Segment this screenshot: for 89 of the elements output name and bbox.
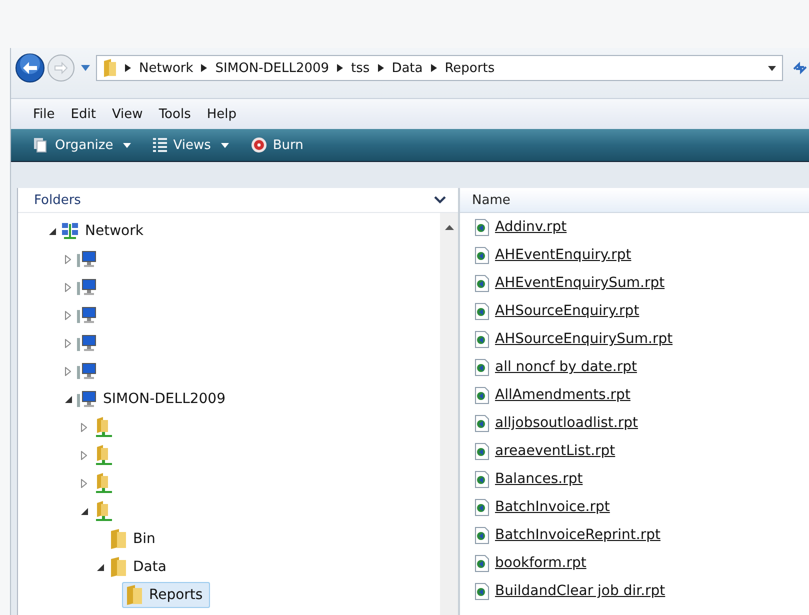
file-name[interactable]: AHEventEnquirySum.rpt [495,275,665,291]
report-file-icon [475,302,489,320]
folder-icon [109,557,127,577]
tree-item[interactable]: Data [106,554,174,580]
report-file-icon [475,218,489,236]
toolbar-button[interactable]: Burn [246,135,308,155]
file-name[interactable]: AHEventEnquiry.rpt [495,247,632,263]
report-file-icon [475,386,489,404]
address-field[interactable]: Network SIMON-DELL2009 tss Data Reports [96,55,783,81]
collapsed-arrow-icon[interactable] [65,282,71,292]
report-file-icon [475,442,489,460]
menu-item[interactable]: Tools [158,106,191,122]
file-name[interactable]: areaeventList.rpt [495,443,616,459]
breadcrumb-arrow-icon[interactable] [337,64,344,72]
folder-icon [109,529,127,549]
file-name[interactable]: BatchInvoiceReprint.rpt [495,527,660,543]
computer-icon [77,362,97,380]
file-name[interactable]: AHSourceEnquirySum.rpt [495,331,673,347]
report-file-icon [475,470,489,488]
breadcrumb-arrow-icon[interactable] [201,64,208,72]
tree-item[interactable]: Reports [122,582,210,608]
report-file-icon [475,554,489,572]
shared-folder-icon [93,473,113,493]
collapsed-arrow-icon[interactable] [65,366,71,376]
report-file-icon [475,498,489,516]
menu-item[interactable]: View [112,106,143,122]
collapsed-arrow-icon[interactable] [65,254,71,264]
report-file-icon [475,358,489,376]
file-name[interactable]: all noncf by date.rpt [495,359,637,375]
collapsed-arrow-icon[interactable] [65,338,71,348]
collapsed-arrow-icon[interactable] [81,422,87,432]
pane-title: Folders [34,192,81,208]
collapsed-arrow-icon[interactable] [65,310,71,320]
breadcrumb[interactable]: Reports [444,60,495,76]
chevron-down-icon[interactable] [434,196,446,204]
computer-icon [77,278,97,296]
menu-item[interactable]: Help [206,106,236,122]
pages-icon [33,137,49,153]
file-name[interactable]: AllAmendments.rpt [495,387,630,403]
report-file-icon [475,274,489,292]
expanded-arrow-icon[interactable] [64,396,72,402]
computer-icon [77,306,97,324]
expanded-arrow-icon[interactable] [80,508,88,514]
file-name[interactable]: alljobsoutloadlist.rpt [495,415,638,431]
file-name[interactable]: bookform.rpt [495,555,586,571]
toolbar-button[interactable]: Organize [29,135,136,155]
file-name[interactable]: Addinv.rpt [495,219,567,235]
shared-folder-icon [93,445,113,465]
network-icon [61,222,79,240]
computer-icon [77,390,97,408]
computer-icon [77,250,97,268]
folder-icon [103,59,117,77]
tree-item[interactable]: Network [58,219,150,243]
tree-item[interactable]: Bin [106,526,162,552]
tree-item[interactable]: SIMON-DELL2009 [74,387,232,411]
collapsed-arrow-icon[interactable] [81,478,87,488]
report-file-icon [475,330,489,348]
dropdown-arrow-icon[interactable] [768,66,776,70]
report-file-icon [475,582,489,600]
breadcrumb-arrow-icon[interactable] [378,64,384,72]
breadcrumb[interactable]: SIMON-DELL2009 [215,60,330,76]
column-header[interactable]: Name [460,188,809,213]
refresh-icon[interactable] [793,61,807,75]
menu-item[interactable]: File [33,106,55,122]
menu-item[interactable]: Edit [70,106,96,122]
shared-folder-icon [93,501,113,521]
report-file-icon [475,526,489,544]
expanded-arrow-icon[interactable] [48,228,56,234]
file-name[interactable]: BatchInvoice.rpt [495,499,610,515]
breadcrumb-arrow-icon[interactable] [125,64,131,72]
breadcrumb[interactable]: tss [351,60,370,76]
breadcrumb-arrow-icon[interactable] [430,64,437,72]
toolbar-button[interactable]: Views [149,135,233,155]
shared-folder-icon [93,417,113,437]
list-view-icon [153,137,168,153]
computer-icon [77,334,97,352]
file-name[interactable]: Balances.rpt [495,471,583,487]
breadcrumb[interactable]: Network [139,60,194,76]
report-file-icon [475,414,489,432]
file-name[interactable]: BuildandClear job dir.rpt [495,583,666,599]
scroll-up-icon[interactable] [444,225,454,230]
report-file-icon [475,246,489,264]
breadcrumb[interactable]: Data [392,60,423,76]
disc-icon [250,137,267,153]
folder-icon [125,585,143,605]
file-name[interactable]: AHSourceEnquiry.rpt [495,303,640,319]
back-button[interactable] [15,53,45,83]
collapsed-arrow-icon[interactable] [81,450,87,460]
expanded-arrow-icon[interactable] [96,564,104,570]
